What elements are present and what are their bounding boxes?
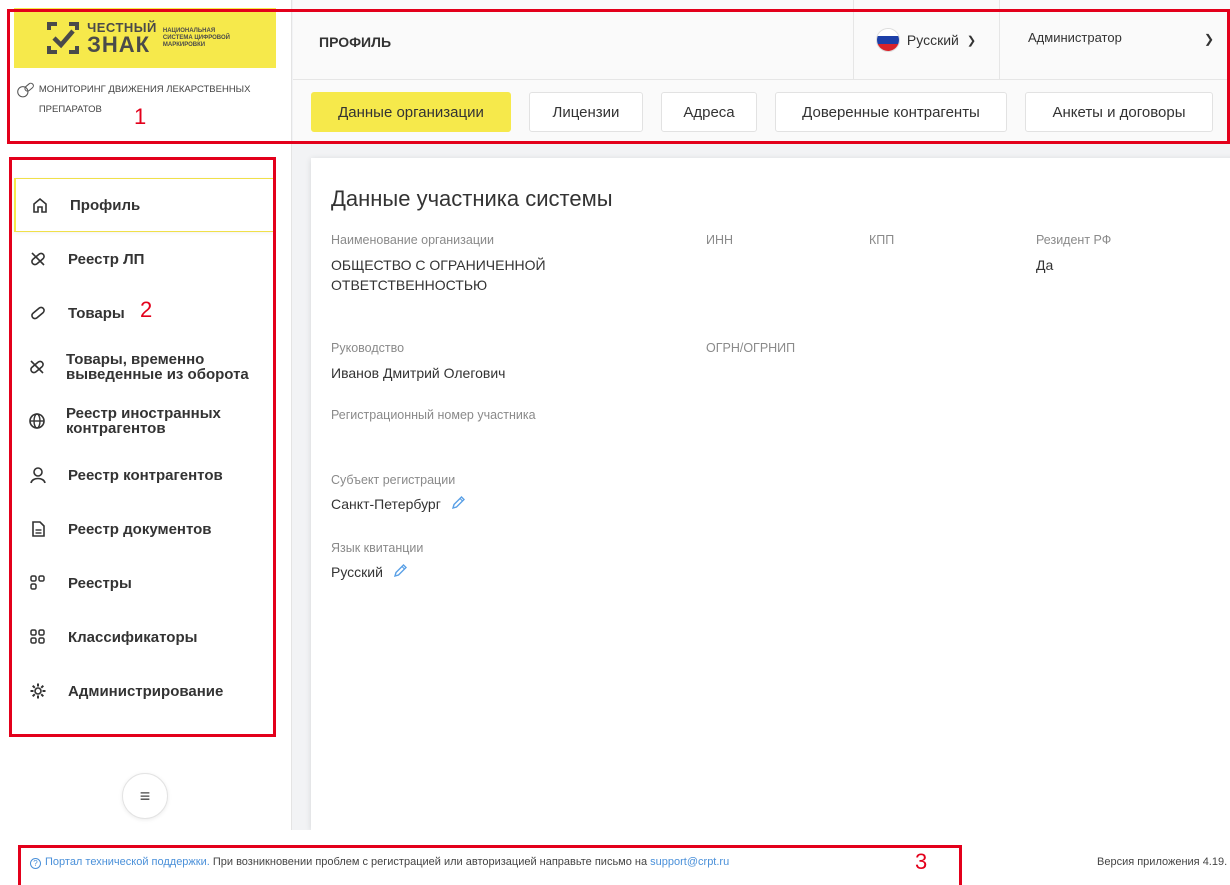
region-field: Санкт-Петербург xyxy=(331,494,466,515)
resident-value: Да xyxy=(1036,257,1054,273)
sidebar-item-withdrawn-goods[interactable]: Товары, временно выведенные из оборота xyxy=(14,340,274,394)
tab-addresses[interactable]: Адреса xyxy=(661,92,757,132)
support-notice: ? Портал технической поддержки. При возни… xyxy=(30,856,729,869)
sidebar-item-label: Классификаторы xyxy=(68,628,198,646)
tab-organization-data[interactable]: Данные организации xyxy=(311,92,511,132)
sidebar-item-label: Администрирование xyxy=(68,682,224,700)
sidebar-item-label: Реестр иностранных контрагентов xyxy=(66,405,221,437)
sidebar-item-label: Реестры xyxy=(68,574,132,592)
top-header: ПРОФИЛЬ Русский ❯ Администратор ❯ xyxy=(293,0,1230,80)
sidebar-nav: Профиль Реестр ЛП Товары Товары, временн… xyxy=(14,178,274,718)
tab-trusted-counterparties[interactable]: Доверенные контрагенты xyxy=(775,92,1007,132)
kpp-label: КПП xyxy=(869,233,895,247)
sidebar-item-label: Реестр ЛП xyxy=(68,250,145,268)
sidebar-item-label: Товары, временно выведенные из оборота xyxy=(66,351,249,383)
logo-check-icon xyxy=(47,22,80,54)
russia-flag-icon xyxy=(876,29,899,51)
language-label: Русский xyxy=(906,32,959,48)
edit-receipt-language-pencil-icon[interactable] xyxy=(393,563,408,583)
support-email-link[interactable]: support@crpt.ru xyxy=(650,856,729,868)
sidebar-item-counterparties[interactable]: Реестр контрагентов xyxy=(14,448,274,502)
app-version: Версия приложения 4.19. xyxy=(1097,856,1228,868)
sidebar-item-foreign-counterparties[interactable]: Реестр иностранных контрагентов xyxy=(14,394,274,448)
sidebar-item-label: Профиль xyxy=(70,196,141,214)
region-value: Санкт-Петербург xyxy=(331,496,441,512)
resident-label: Резидент РФ xyxy=(1036,233,1112,247)
annotation-label-1: 1 xyxy=(134,104,147,129)
grid-icon xyxy=(28,627,48,647)
edit-region-pencil-icon[interactable] xyxy=(451,495,466,515)
participant-data-card: Данные участника системы Наименование ор… xyxy=(311,158,1230,830)
brand-logo[interactable]: ЧЕСТНЫЙ ЗНАК НАЦИОНАЛЬНАЯ СИСТЕМА ЦИФРОВ… xyxy=(14,8,276,68)
org-name-value: ОБЩЕСТВО С ОГРАНИЧЕННОЙ ОТВЕТСТВЕННОСТЬЮ xyxy=(331,257,546,293)
app-subtitle-text: МОНИТОРИНГ ДВИЖЕНИЯ ЛЕКАРСТВЕННЫХ ПРЕПАР… xyxy=(38,84,251,115)
logo-word2: ЗНАК xyxy=(87,31,151,57)
sidebar-item-profile[interactable]: Профиль xyxy=(14,178,274,232)
gear-icon xyxy=(28,681,48,701)
pill-icon xyxy=(28,303,48,323)
sidebar-item-label: Реестр контрагентов xyxy=(68,466,223,484)
user-name: Администратор xyxy=(1028,30,1122,45)
user-icon xyxy=(28,465,48,485)
collapse-menu-button[interactable]: ≡ xyxy=(122,773,168,819)
home-icon xyxy=(30,195,50,215)
sidebar-item-label: Реестр документов xyxy=(68,520,212,538)
annotation-label-3: 3 xyxy=(915,849,928,874)
sidebar-item-administration[interactable]: Администрирование xyxy=(14,664,274,718)
document-icon xyxy=(28,519,48,539)
help-icon: ? xyxy=(30,858,41,869)
card-title: Данные участника системы xyxy=(331,186,613,211)
management-label: Руководство xyxy=(331,341,405,355)
hamburger-icon: ≡ xyxy=(139,785,151,806)
sidebar-item-drug-registry[interactable]: Реестр ЛП xyxy=(14,232,274,286)
sidebar-item-classifiers[interactable]: Классификаторы xyxy=(14,610,274,664)
ogrn-label: ОГРН/ОГРНИП xyxy=(706,341,796,355)
chevron-down-icon: ❯ xyxy=(1203,32,1214,46)
org-name-label: Наименование организации xyxy=(331,233,494,247)
profile-tabs: Данные организации Лицензии Адреса Довер… xyxy=(293,80,1230,144)
chevron-down-icon: ❯ xyxy=(966,34,977,47)
receipt-language-value: Русский xyxy=(331,564,383,580)
sidebar-item-documents[interactable]: Реестр документов xyxy=(14,502,274,556)
pill-strike-icon xyxy=(28,249,48,269)
management-value: Иванов Дмитрий Олегович xyxy=(331,365,506,381)
sidebar-item-label: Товары xyxy=(68,304,125,322)
pill-strike-icon xyxy=(28,357,46,377)
support-portal-link[interactable]: Портал технической поддержки. xyxy=(45,856,210,868)
page-title: ПРОФИЛЬ xyxy=(319,34,392,50)
support-message: При возникновении проблем с регистрацией… xyxy=(209,856,651,868)
sidebar-item-registries[interactable]: Реестры xyxy=(14,556,274,610)
logo-tagline: НАЦИОНАЛЬНАЯ СИСТЕМА ЦИФРОВОЙ МАРКИРОВКИ xyxy=(162,27,230,48)
globe-icon xyxy=(28,411,46,431)
pills-icon xyxy=(17,82,34,98)
inn-label: ИНН xyxy=(706,233,734,247)
region-label: Субъект регистрации xyxy=(331,473,456,487)
reg-number-label: Регистрационный номер участника xyxy=(331,408,536,422)
tab-licenses[interactable]: Лицензии xyxy=(529,92,643,132)
user-menu[interactable]: Администратор ❯ xyxy=(999,0,1230,80)
footer: ? Портал технической поддержки. При возни… xyxy=(0,830,1230,885)
language-selector[interactable]: Русский ❯ xyxy=(853,0,999,80)
logo-wordmark: ЧЕСТНЫЙ ЗНАК xyxy=(87,21,157,56)
tab-forms-contracts[interactable]: Анкеты и договоры xyxy=(1025,92,1213,132)
receipt-language-label: Язык квитанции xyxy=(331,541,424,555)
annotation-label-2: 2 xyxy=(140,297,153,322)
grid-icon xyxy=(28,573,48,593)
receipt-language-field: Русский xyxy=(331,562,408,583)
